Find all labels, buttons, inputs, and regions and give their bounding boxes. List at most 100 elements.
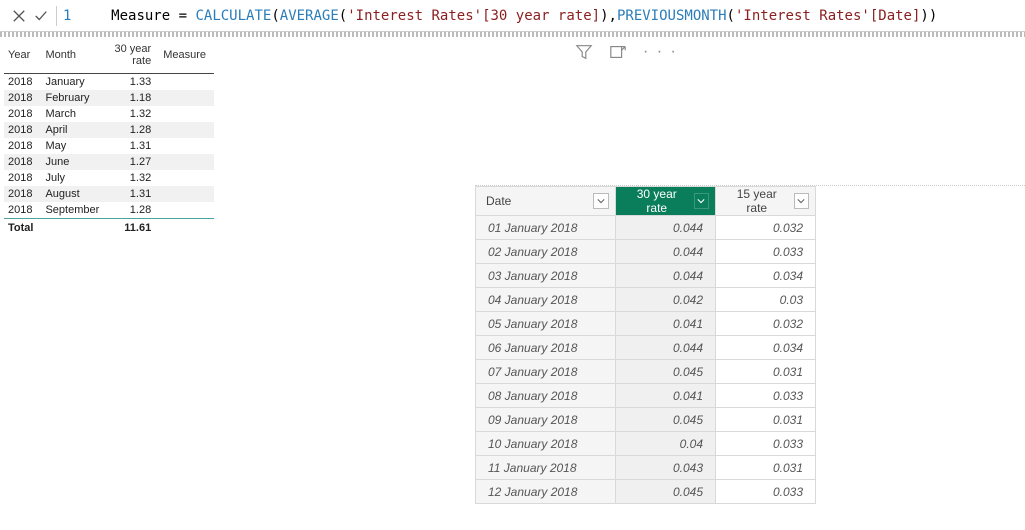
grid-cell-rate30: 0.04 xyxy=(616,432,716,456)
matrix-row[interactable]: 2018August1.31 xyxy=(4,186,214,202)
matrix-cell-rate: 1.31 xyxy=(107,186,159,202)
grid-cell-date: 02 January 2018 xyxy=(476,240,616,264)
matrix-cell-year: 2018 xyxy=(4,90,41,106)
grid-cell-rate15: 0.031 xyxy=(716,456,816,480)
grid-header-rate15[interactable]: 15 year rate xyxy=(716,187,816,216)
matrix-cell-year: 2018 xyxy=(4,170,41,186)
matrix-header-measure[interactable]: Measure xyxy=(159,41,214,74)
grid-cell-date: 09 January 2018 xyxy=(476,408,616,432)
matrix-cell-year: 2018 xyxy=(4,138,41,154)
matrix-cell-measure xyxy=(159,90,214,106)
formula-bar: 1 Measure = CALCULATE(AVERAGE('Interest … xyxy=(0,0,1025,32)
matrix-total-row: Total 11.61 xyxy=(4,219,214,238)
grid-cell-date: 06 January 2018 xyxy=(476,336,616,360)
matrix-cell-year: 2018 xyxy=(4,106,41,122)
grid-cell-rate30: 0.044 xyxy=(616,336,716,360)
close-icon xyxy=(12,9,26,23)
matrix-cell-rate: 1.32 xyxy=(107,170,159,186)
matrix-cell-month: May xyxy=(41,138,107,154)
data-grid-wrapper: Date 30 year rate 15 y xyxy=(475,185,1025,504)
matrix-cell-month: June xyxy=(41,154,107,170)
matrix-row[interactable]: 2018February1.18 xyxy=(4,90,214,106)
grid-row[interactable]: 09 January 20180.0450.031 xyxy=(476,408,816,432)
matrix-row[interactable]: 2018April1.28 xyxy=(4,122,214,138)
matrix-total-label: Total xyxy=(4,219,41,238)
matrix-cell-year: 2018 xyxy=(4,154,41,170)
matrix-row[interactable]: 2018June1.27 xyxy=(4,154,214,170)
dropdown-icon[interactable] xyxy=(794,193,809,209)
grid-header-rate30[interactable]: 30 year rate xyxy=(616,187,716,216)
visual-header-toolbar: · · · xyxy=(575,43,678,64)
grid-cell-date: 08 January 2018 xyxy=(476,384,616,408)
grid-cell-rate15: 0.031 xyxy=(716,360,816,384)
grid-header-date[interactable]: Date xyxy=(476,187,616,216)
grid-cell-rate30: 0.041 xyxy=(616,384,716,408)
matrix-row[interactable]: 2018May1.31 xyxy=(4,138,214,154)
matrix-cell-year: 2018 xyxy=(4,122,41,138)
grid-row[interactable]: 02 January 20180.0440.033 xyxy=(476,240,816,264)
cancel-formula-button[interactable] xyxy=(8,5,30,27)
grid-row[interactable]: 04 January 20180.0420.03 xyxy=(476,288,816,312)
filter-icon[interactable] xyxy=(575,43,593,64)
grid-cell-rate15: 0.033 xyxy=(716,240,816,264)
grid-header-row: Date 30 year rate 15 y xyxy=(476,187,816,216)
grid-cell-rate15: 0.031 xyxy=(716,408,816,432)
grid-cell-rate15: 0.033 xyxy=(716,432,816,456)
grid-cell-date: 11 January 2018 xyxy=(476,456,616,480)
matrix-cell-month: February xyxy=(41,90,107,106)
grid-row[interactable]: 01 January 20180.0440.032 xyxy=(476,216,816,240)
formula-separator xyxy=(56,6,57,26)
grid-cell-rate30: 0.045 xyxy=(616,408,716,432)
grid-row[interactable]: 08 January 20180.0410.033 xyxy=(476,384,816,408)
grid-cell-rate30: 0.045 xyxy=(616,480,716,504)
matrix-cell-rate: 1.31 xyxy=(107,138,159,154)
matrix-cell-month: August xyxy=(41,186,107,202)
matrix-cell-year: 2018 xyxy=(4,202,41,219)
grid-cell-date: 12 January 2018 xyxy=(476,480,616,504)
formula-measure-name: Measure xyxy=(111,8,170,24)
matrix-row[interactable]: 2018March1.32 xyxy=(4,106,214,122)
focus-mode-icon[interactable] xyxy=(609,43,627,64)
matrix-cell-rate: 1.27 xyxy=(107,154,159,170)
grid-cell-rate30: 0.045 xyxy=(616,360,716,384)
matrix-header-month[interactable]: Month xyxy=(41,41,107,74)
grid-cell-rate30: 0.041 xyxy=(616,312,716,336)
matrix-cell-measure xyxy=(159,170,214,186)
matrix-cell-month: January xyxy=(41,74,107,91)
grid-cell-rate30: 0.044 xyxy=(616,240,716,264)
grid-cell-rate15: 0.034 xyxy=(716,336,816,360)
matrix-header-row: Year Month 30 year rate Measure xyxy=(4,41,214,74)
formula-input[interactable]: Measure = CALCULATE(AVERAGE('Interest Ra… xyxy=(77,0,937,40)
commit-formula-button[interactable] xyxy=(30,5,52,27)
matrix-row[interactable]: 2018January1.33 xyxy=(4,74,214,91)
grid-cell-rate15: 0.033 xyxy=(716,384,816,408)
matrix-cell-rate: 1.28 xyxy=(107,122,159,138)
matrix-visual[interactable]: Year Month 30 year rate Measure 2018Janu… xyxy=(0,37,475,530)
grid-row[interactable]: 12 January 20180.0450.033 xyxy=(476,480,816,504)
matrix-row[interactable]: 2018July1.32 xyxy=(4,170,214,186)
matrix-row[interactable]: 2018September1.28 xyxy=(4,202,214,219)
matrix-cell-year: 2018 xyxy=(4,74,41,91)
grid-row[interactable]: 05 January 20180.0410.032 xyxy=(476,312,816,336)
dropdown-icon[interactable] xyxy=(593,193,609,209)
grid-cell-rate15: 0.033 xyxy=(716,480,816,504)
more-options-icon[interactable]: · · · xyxy=(643,43,678,64)
grid-row[interactable]: 06 January 20180.0440.034 xyxy=(476,336,816,360)
matrix-table: Year Month 30 year rate Measure 2018Janu… xyxy=(4,41,214,237)
grid-cell-date: 10 January 2018 xyxy=(476,432,616,456)
grid-cell-rate15: 0.03 xyxy=(716,288,816,312)
grid-row[interactable]: 11 January 20180.0430.031 xyxy=(476,456,816,480)
grid-row[interactable]: 07 January 20180.0450.031 xyxy=(476,360,816,384)
grid-cell-rate15: 0.032 xyxy=(716,216,816,240)
grid-row[interactable]: 03 January 20180.0440.034 xyxy=(476,264,816,288)
matrix-cell-measure xyxy=(159,154,214,170)
check-icon xyxy=(34,9,48,23)
grid-row[interactable]: 10 January 20180.040.033 xyxy=(476,432,816,456)
dropdown-icon[interactable] xyxy=(694,193,709,209)
grid-cell-rate30: 0.042 xyxy=(616,288,716,312)
matrix-header-year[interactable]: Year xyxy=(4,41,41,74)
matrix-cell-month: July xyxy=(41,170,107,186)
matrix-total-value: 11.61 xyxy=(107,219,159,238)
matrix-cell-measure xyxy=(159,138,214,154)
matrix-header-rate[interactable]: 30 year rate xyxy=(107,41,159,74)
